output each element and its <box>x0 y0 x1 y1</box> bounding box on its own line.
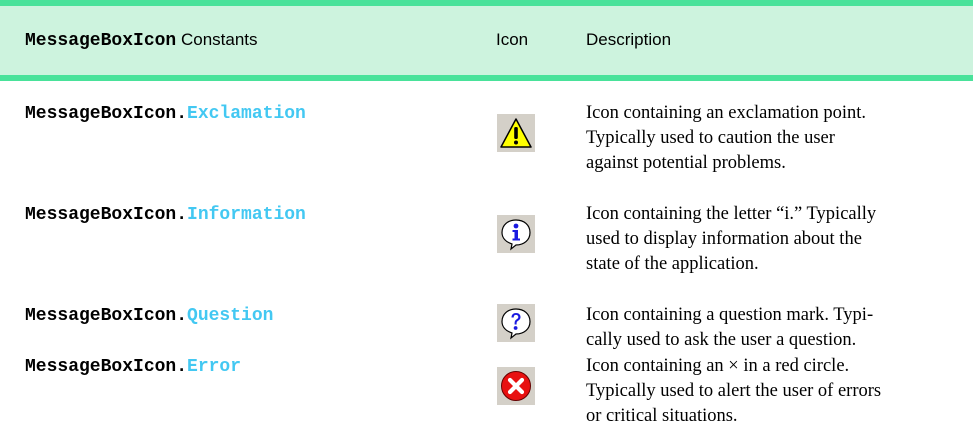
description-line: Icon containing a question mark. Typi- <box>586 305 874 325</box>
constant-member: Question <box>187 306 274 326</box>
description-line: Typically used to alert the user of erro… <box>586 381 882 401</box>
description-line: state of the application. <box>586 254 759 274</box>
header-constants: MessageBoxIcon Constants <box>25 30 258 51</box>
description-line: cally used to ask the user a question. <box>586 330 857 350</box>
description-line: Icon containing an × in a red circle. <box>586 356 850 376</box>
header-icon: Icon <box>496 30 529 49</box>
constant-member: Error <box>187 357 242 377</box>
header-constants-suffix: Constants <box>176 30 258 49</box>
constant-name: MessageBoxIcon.Exclamation <box>25 104 306 124</box>
information-icon <box>497 215 535 253</box>
description-line: Typically used to caution the user <box>586 128 835 148</box>
header-constants-code: MessageBoxIcon <box>25 31 177 51</box>
constant-member: Exclamation <box>187 104 306 124</box>
constant-prefix: MessageBoxIcon. <box>25 104 188 124</box>
description-line: or critical situations. <box>586 406 738 426</box>
constant-prefix: MessageBoxIcon. <box>25 357 188 377</box>
description-line: against potential problems. <box>586 153 786 173</box>
description-line: Icon containing the letter “i.” Typicall… <box>586 204 877 224</box>
row-description: Icon containing a question mark. Typi- c… <box>586 303 966 353</box>
description-line: Icon containing an exclamation point. <box>586 103 866 123</box>
question-icon <box>497 304 535 342</box>
row-description: Icon containing the letter “i.” Typicall… <box>586 202 966 277</box>
description-line: used to display information about the <box>586 229 862 249</box>
constant-member: Information <box>187 205 306 225</box>
row-description: Icon containing an exclamation point. Ty… <box>586 101 966 176</box>
constant-prefix: MessageBoxIcon. <box>25 306 188 326</box>
constant-name: MessageBoxIcon.Error <box>25 357 241 377</box>
row-description: Icon containing an × in a red circle. Ty… <box>586 354 966 429</box>
header-bottom-rule <box>0 75 973 81</box>
constant-prefix: MessageBoxIcon. <box>25 205 188 225</box>
constant-name: MessageBoxIcon.Information <box>25 205 306 225</box>
error-icon <box>497 367 535 405</box>
constant-name: MessageBoxIcon.Question <box>25 306 273 326</box>
message-box-icon-table: MessageBoxIcon Constants Icon Descriptio… <box>0 0 973 446</box>
header-description: Description <box>586 30 672 49</box>
exclamation-icon <box>497 114 535 152</box>
